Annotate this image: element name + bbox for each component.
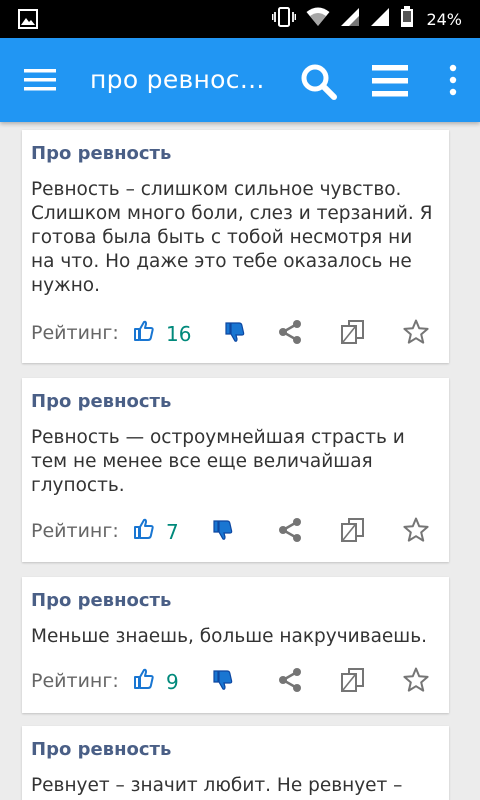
share-icon[interactable] [277,319,303,350]
more-options-icon[interactable] [448,64,458,101]
thumbs-down-icon[interactable] [212,519,234,546]
gallery-notification-icon [18,9,38,34]
copy-icon[interactable] [340,517,366,548]
search-icon[interactable] [300,63,338,106]
thumbs-up-icon[interactable] [133,320,155,347]
vibrate-icon [272,6,297,33]
signal-icon-1 [340,7,360,32]
rating-label: Рейтинг: [31,520,119,542]
quote-text: Меньше знаешь, больше накручиваешь. [31,626,428,647]
wifi-icon [306,7,330,32]
thumbs-up-icon[interactable] [133,668,155,695]
favorite-star-icon[interactable] [403,667,429,698]
share-icon[interactable] [277,517,303,548]
search-query-title[interactable]: про ревнос... [90,65,265,94]
list-view-icon[interactable] [372,65,408,102]
rating-count: 16 [166,322,192,346]
share-icon[interactable] [277,667,303,698]
quote-text: Ревнует – значит любит. Не ревнует – [31,775,403,796]
quote-card: Про ревность Меньше знаешь, больше накру… [22,577,449,713]
rating-label: Рейтинг: [31,670,119,692]
favorite-star-icon[interactable] [403,319,429,350]
quote-card: Про ревность Ревнует – значит любит. Не … [22,726,449,800]
copy-icon[interactable] [340,667,366,698]
battery-icon [400,5,414,33]
card-title[interactable]: Про ревность [31,739,171,760]
quote-text: Ревность — остроумнейшая страсть и тем н… [31,427,405,496]
menu-icon[interactable] [24,68,56,97]
thumbs-down-icon[interactable] [224,321,246,348]
rating-count: 7 [166,520,179,544]
favorite-star-icon[interactable] [403,517,429,548]
rating-row: Рейтинг: 7 [31,514,441,548]
card-title[interactable]: Про ревность [31,590,171,611]
rating-label: Рейтинг: [31,322,119,344]
quote-card: Про ревность Ревность – слишком сильное … [22,130,449,363]
quote-text: Ревность – слишком сильное чувство. Слиш… [31,179,433,296]
copy-icon[interactable] [340,319,366,350]
rating-row: Рейтинг: 16 [31,316,441,350]
quotes-list[interactable]: Про ревность Ревность – слишком сильное … [0,122,480,800]
app-bar: про ревнос... [0,38,480,122]
thumbs-down-icon[interactable] [212,669,234,696]
thumbs-up-icon[interactable] [133,518,155,545]
card-title[interactable]: Про ревность [31,391,171,412]
quote-card: Про ревность Ревность — остроумнейшая ст… [22,378,449,562]
card-title[interactable]: Про ревность [31,143,171,164]
status-bar: 24% [0,0,480,38]
rating-count: 9 [166,670,179,694]
rating-row: Рейтинг: 9 [31,664,441,698]
signal-icon-2 [370,7,390,32]
battery-percent: 24% [426,9,462,29]
